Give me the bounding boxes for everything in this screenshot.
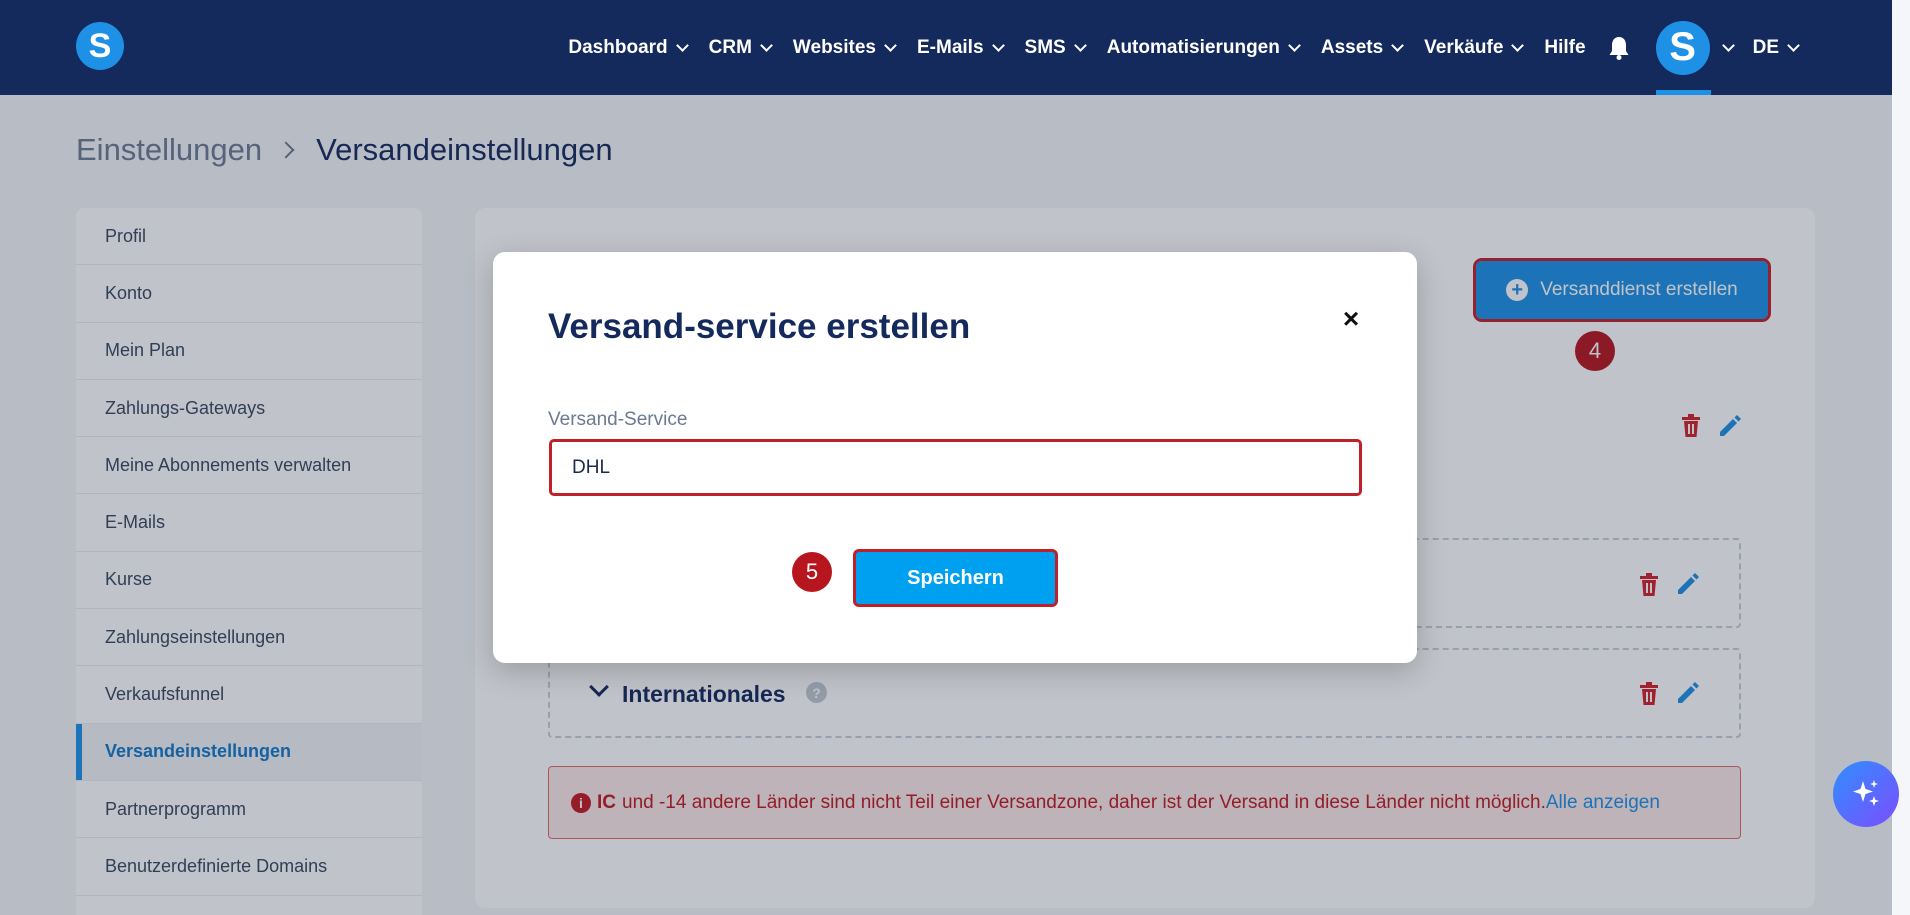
shipping-service-label: Versand-Service bbox=[548, 409, 688, 430]
nav-websites[interactable]: Websites bbox=[792, 36, 897, 59]
nav-label: Assets bbox=[1320, 36, 1384, 58]
ai-assistant-button[interactable] bbox=[1833, 761, 1899, 827]
language-label: DE bbox=[1752, 36, 1779, 58]
nav-label: Hilfe bbox=[1544, 36, 1586, 58]
top-navigation: S Dashboard CRM Websites E-Mails SMS Aut… bbox=[0, 0, 1892, 95]
nav-label: CRM bbox=[708, 36, 752, 58]
chevron-down-icon bbox=[1721, 38, 1735, 52]
bell-icon[interactable] bbox=[1608, 36, 1630, 60]
user-menu[interactable]: S bbox=[1655, 0, 1735, 95]
nav-label: Automatisierungen bbox=[1106, 36, 1280, 58]
nav-dashboard[interactable]: Dashboard bbox=[568, 36, 689, 59]
app-logo[interactable]: S bbox=[76, 22, 124, 70]
chevron-down-icon bbox=[1787, 38, 1800, 52]
sparkle-icon bbox=[1853, 780, 1879, 806]
shipping-service-input[interactable] bbox=[549, 439, 1362, 496]
chevron-down-icon bbox=[884, 38, 897, 52]
create-shipping-service-modal: Versand-service erstellen × Versand-Serv… bbox=[493, 252, 1417, 663]
nav-automatisierungen[interactable]: Automatisierungen bbox=[1106, 36, 1301, 59]
main-nav: Dashboard CRM Websites E-Mails SMS Autom… bbox=[546, 0, 1800, 95]
nav-label: Verkäufe bbox=[1424, 36, 1504, 58]
chevron-down-icon bbox=[675, 38, 689, 52]
chevron-down-icon bbox=[760, 38, 773, 52]
avatar[interactable]: S bbox=[1655, 20, 1710, 75]
nav-sms[interactable]: SMS bbox=[1024, 36, 1087, 59]
nav-crm[interactable]: CRM bbox=[708, 36, 773, 59]
close-icon[interactable]: × bbox=[1336, 303, 1366, 334]
nav-emails[interactable]: E-Mails bbox=[917, 36, 1005, 59]
save-button[interactable]: Speichern bbox=[853, 549, 1058, 607]
nav-label: E-Mails bbox=[917, 36, 984, 58]
chevron-down-icon bbox=[1391, 38, 1405, 52]
nav-verkaeufe[interactable]: Verkäufe bbox=[1424, 36, 1525, 59]
language-selector[interactable]: DE bbox=[1752, 36, 1800, 59]
nav-label: Websites bbox=[792, 36, 876, 58]
nav-label: Dashboard bbox=[568, 36, 668, 58]
modal-title: Versand-service erstellen bbox=[548, 307, 971, 346]
chevron-down-icon bbox=[991, 38, 1005, 52]
nav-hilfe[interactable]: Hilfe bbox=[1544, 37, 1585, 59]
chevron-down-icon bbox=[1511, 38, 1525, 52]
step-badge-5: 5 bbox=[792, 552, 832, 592]
chevron-down-icon bbox=[1073, 38, 1087, 52]
nav-assets[interactable]: Assets bbox=[1320, 36, 1405, 59]
chevron-down-icon bbox=[1287, 38, 1301, 52]
nav-label: SMS bbox=[1024, 36, 1066, 58]
